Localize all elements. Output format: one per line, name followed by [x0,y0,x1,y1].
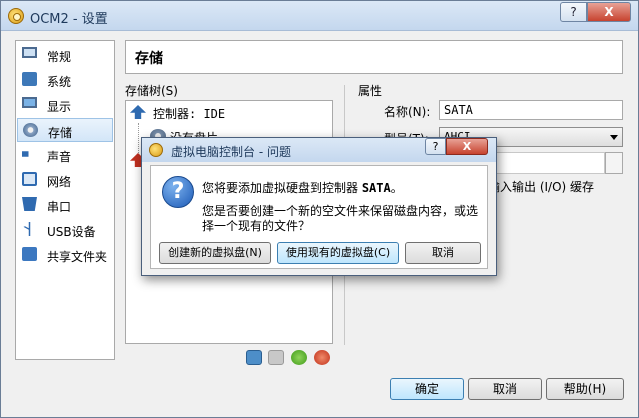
sidebar-item-label: 常规 [47,50,72,64]
dialog-close-button[interactable]: X [446,138,488,155]
disk-icon [23,123,38,137]
help-button-bottom[interactable]: 帮助(H) [546,378,624,400]
monitor-icon [22,47,37,58]
port-count-stepper[interactable] [605,152,623,174]
sidebar-item-label: 系统 [47,75,72,89]
speaker-icon [22,147,37,161]
folder-icon [22,247,37,261]
remove-attachment-icon[interactable] [314,350,330,365]
sidebar-item-usb[interactable]: USB设备 [17,218,113,242]
dialog-title: 虚拟电脑控制台 - 问题 [171,145,291,159]
chevron-down-icon [610,135,618,140]
ide-controller-icon [130,105,146,119]
network-icon [22,172,37,186]
sidebar-item-label: 网络 [47,175,72,189]
dialog-help-button[interactable]: ? [425,138,446,155]
tree-item-ide-controller[interactable]: 控制器: IDE [153,105,225,122]
sidebar-item-storage[interactable]: 存储 [17,118,113,142]
remove-controller-icon[interactable] [268,350,284,365]
dialog-message-controller: SATA [361,181,391,195]
sidebar-item-serial[interactable]: 串口 [17,193,113,217]
add-attachment-icon[interactable] [291,350,307,365]
question-icon: ? [162,176,194,208]
help-button[interactable]: ? [560,2,587,22]
dialog-message: 您将要添加虚拟硬盘到控制器 SATA。 [202,179,403,196]
close-button[interactable]: X [587,2,631,22]
window-title: OCM2 - 设置 [30,12,108,27]
sidebar-item-label: 共享文件夹 [47,250,108,264]
display-icon [22,97,37,108]
attributes-label: 属性 [358,84,383,98]
cancel-button[interactable]: 取消 [468,378,542,400]
sidebar-item-label: 声音 [47,150,72,164]
use-existing-disk-button[interactable]: 使用现有的虚拟盘(C) [277,242,399,264]
sidebar-item-label: USB设备 [47,225,96,239]
storage-tree-label: 存储树(S) [125,84,178,98]
sidebar-item-general[interactable]: 常规 [17,43,113,67]
page-header: 存储 [125,40,623,74]
name-input[interactable]: SATA [439,100,623,120]
title-bar: OCM2 - 设置 ? X [1,1,638,31]
sidebar-item-network[interactable]: 网络 [17,168,113,192]
sidebar-item-audio[interactable]: 声音 [17,143,113,167]
create-new-disk-button[interactable]: 创建新的虚拟盘(N) [159,242,271,264]
sidebar-item-label: 串口 [47,200,72,214]
name-label: 名称(N): [384,105,431,119]
dialog-title-bar: 虚拟电脑控制台 - 问题 ? X [142,138,496,162]
sidebar-item-label: 存储 [48,126,73,140]
settings-sidebar: 常规 系统 显示 存储 声音 网络 串口 USB设备 共享文件夹 [15,40,115,360]
serial-port-icon [22,197,37,211]
sidebar-item-shared-folders[interactable]: 共享文件夹 [17,243,113,267]
dialog-body: ? 您将要添加虚拟硬盘到控制器 SATA。 您是否要创建一个新的空文件来保留磁盘… [150,165,488,269]
dialog-question: 您是否要创建一个新的空文件来保留磁盘内容，或选择一个现有的文件？ [202,204,479,233]
dialog-message-prefix: 您将要添加虚拟硬盘到控制器 [202,181,362,195]
question-dialog: 虚拟电脑控制台 - 问题 ? X ? 您将要添加虚拟硬盘到控制器 SATA。 您… [141,137,497,276]
virtualbox-icon [8,8,24,24]
sidebar-item-system[interactable]: 系统 [17,68,113,92]
sidebar-item-display[interactable]: 显示 [17,93,113,117]
dialog-cancel-button[interactable]: 取消 [405,242,481,264]
sidebar-item-label: 显示 [47,100,72,114]
usb-icon [23,222,31,236]
page-title: 存储 [135,51,163,67]
chip-icon [22,72,37,86]
add-controller-icon[interactable] [246,350,262,365]
virtualbox-icon [149,143,163,157]
dialog-message-suffix: 。 [390,181,403,195]
ok-button[interactable]: 确定 [390,378,464,400]
